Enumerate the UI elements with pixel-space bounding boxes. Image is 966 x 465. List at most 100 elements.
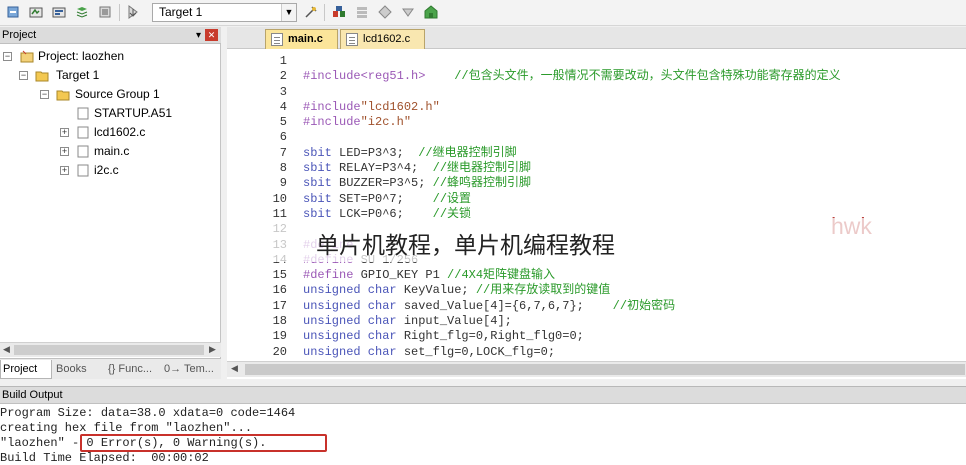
tab-templates-label: 0→ Tem... — [164, 363, 214, 375]
code-token: sbit — [303, 191, 332, 206]
code-token: SET=P0^7; — [331, 191, 433, 206]
line-number: 10 — [272, 191, 287, 206]
code-line: sbit BUZZER=P3^5; //蜂鸣器控制引脚 — [303, 176, 963, 191]
build-line: Program Size: data=38.0 xdata=0 code=146… — [0, 406, 296, 420]
project-pane-title: Project — [2, 29, 37, 41]
code-token: sbit — [303, 161, 332, 176]
file-icon — [77, 126, 89, 139]
code-area[interactable]: #include<reg51.h> //包含头文件，一般情况不需要改动，头文件包… — [303, 54, 963, 360]
tab-project-label: Project — [3, 363, 38, 375]
line-number: 9 — [279, 176, 287, 191]
code-token: "lcd1602.h" — [360, 99, 440, 114]
file-icon — [77, 107, 89, 120]
translate-icon[interactable] — [4, 3, 22, 21]
pin-icon[interactable]: ▾ — [196, 28, 201, 44]
project-hscrollbar[interactable]: ◀ ▶ — [0, 342, 221, 357]
code-token: unsigned char — [303, 329, 397, 344]
tab-project[interactable]: Project — [0, 360, 52, 379]
tree-project-label: Project: laozhen — [38, 49, 125, 63]
line-number: 20 — [272, 344, 287, 359]
project-pane: Project ▾ ✕ − Project: laozhen − Target … — [0, 27, 221, 379]
code-token: KeyValue; — [396, 283, 476, 298]
line-number: 5 — [279, 115, 287, 130]
code-line: sbit LED=P3^3; //继电器控制引脚 — [303, 146, 963, 161]
scroll-left-icon[interactable]: ◀ — [3, 344, 10, 355]
collapse-icon[interactable]: − — [40, 90, 49, 99]
line-number: 2 — [279, 69, 287, 84]
tab-books-label: Books — [56, 363, 87, 375]
code-token: //蜂鸣器控制引脚 — [432, 176, 532, 191]
select-packs-icon[interactable] — [399, 3, 417, 21]
line-number: 1 — [279, 54, 287, 68]
project-pane-tabs: Project Books {} Func... 0→ Tem... — [0, 358, 221, 379]
code-token: //4X4矩阵键盘输入 — [447, 268, 556, 283]
code-token: GPIO_KEY P1 — [353, 268, 448, 283]
folder-icon — [56, 90, 70, 101]
code-line: sbit RELAY=P3^4; //继电器控制引脚 — [303, 161, 963, 176]
code-token: //初始密码 — [612, 298, 676, 313]
line-number: 17 — [272, 298, 287, 313]
code-token: sbit — [303, 145, 332, 160]
pack-installer-icon[interactable] — [376, 3, 394, 21]
scroll-left-icon[interactable]: ◀ — [231, 363, 238, 374]
chevron-down-icon[interactable]: ▼ — [281, 4, 296, 21]
code-token: saved_Value[4]={6,7,6,7}; — [396, 298, 613, 313]
line-number: 3 — [279, 84, 287, 99]
code-token: unsigned char — [303, 298, 397, 313]
stop-build-icon[interactable] — [96, 3, 114, 21]
build-output: Build Output Program Size: data=38.0 xda… — [0, 386, 966, 465]
file-icon — [271, 33, 283, 46]
code-line: unsigned char KeyValue; //用来存放读取到的键值 — [303, 283, 963, 298]
code-line: unsigned char set_flg=0,LOCK_flg=0; — [303, 345, 963, 360]
manage-components-icon[interactable] — [353, 3, 371, 21]
code-token: //包含头文件，一般情况不需要改动，头文件包含特殊功能寄存器的定义 — [425, 69, 841, 84]
file-extensions-icon[interactable] — [330, 3, 348, 21]
code-token: RELAY=P3^4; — [331, 161, 433, 176]
target-select-value: Target 1 — [159, 5, 203, 19]
code-token: set_flg=0,LOCK_flg=0; — [396, 344, 556, 359]
tree-group-label: Source Group 1 — [75, 87, 160, 101]
code-line: sbit SET=P0^7; //设置 — [303, 192, 963, 207]
collapse-icon[interactable]: − — [19, 71, 28, 80]
tree-file-label: lcd1602.c — [94, 125, 146, 139]
batch-build-icon[interactable] — [73, 3, 91, 21]
build-output-title: Build Output — [0, 387, 966, 404]
code-token: #include<reg51.h> — [303, 69, 426, 84]
code-token: #include — [303, 99, 361, 114]
tab-lcd1602-c[interactable]: lcd1602.c — [340, 29, 425, 49]
build-icon[interactable] — [27, 3, 45, 21]
rebuild-icon[interactable] — [50, 3, 68, 21]
expand-icon[interactable]: + — [60, 166, 69, 175]
close-icon[interactable]: ✕ — [205, 29, 218, 41]
line-number: 19 — [272, 329, 287, 344]
watermark-text: 单片机教程，单片机编程教程 — [316, 233, 615, 259]
scroll-thumb[interactable] — [14, 345, 204, 355]
scroll-right-icon[interactable]: ▶ — [209, 344, 216, 355]
expand-icon[interactable]: + — [60, 147, 69, 156]
scroll-thumb[interactable] — [245, 364, 965, 375]
expand-icon[interactable]: + — [60, 128, 69, 137]
target-options-icon[interactable] — [302, 3, 320, 21]
code-token: Right_flg=0,Right_flg0=0; — [396, 329, 584, 344]
collapse-icon[interactable]: − — [3, 52, 12, 61]
download-icon[interactable] — [124, 3, 142, 21]
file-icon — [77, 164, 89, 177]
line-number: 18 — [272, 314, 287, 329]
code-token: //设置 — [432, 191, 472, 206]
line-number: 15 — [272, 268, 287, 283]
code-line: #include"i2c.h" — [303, 115, 963, 130]
tab-main-c[interactable]: main.c — [265, 29, 338, 49]
code-token: #define — [303, 268, 354, 283]
code-token: BUZZER=P3^5; — [331, 176, 433, 191]
tree-file-label: STARTUP.A51 — [94, 106, 173, 120]
environment-icon[interactable] — [422, 3, 440, 21]
tab-functions[interactable]: {} Func... — [106, 360, 160, 379]
target-select[interactable]: Target 1 ▼ — [152, 3, 297, 22]
code-token: #include — [303, 115, 361, 130]
tab-templates[interactable]: 0→ Tem... — [162, 360, 219, 379]
editor-hscrollbar[interactable]: ◀ — [227, 361, 966, 377]
tab-books[interactable]: Books — [54, 360, 104, 379]
code-line: unsigned char input_Value[4]; — [303, 314, 963, 329]
